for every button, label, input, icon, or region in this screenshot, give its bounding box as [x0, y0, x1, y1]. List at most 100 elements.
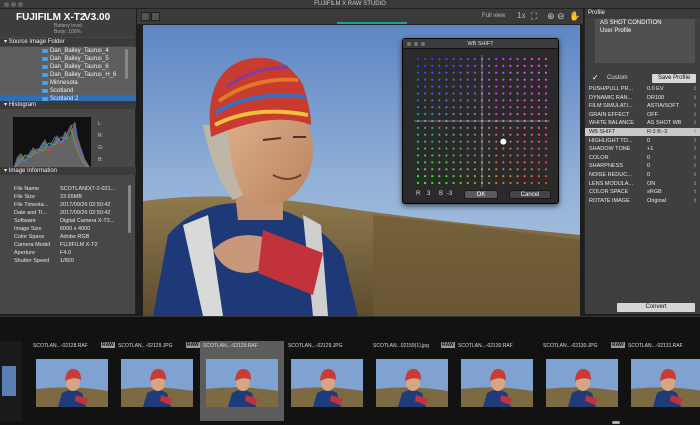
wb-grid-dot[interactable]	[544, 126, 548, 129]
wb-grid-dot[interactable]	[516, 161, 519, 164]
stepper-icon[interactable]: ⇕	[693, 111, 697, 119]
wb-grid-dot[interactable]	[416, 106, 420, 109]
wb-grid-dot[interactable]	[502, 106, 505, 109]
param-row[interactable]: WHITE BALANCE AS SHOT WB ⇕	[585, 119, 700, 127]
wb-grid-dot[interactable]	[516, 168, 519, 171]
wb-grid-dot[interactable]	[452, 57, 455, 61]
stepper-icon[interactable]: ⇕	[693, 188, 697, 196]
wb-grid-dot[interactable]	[452, 181, 455, 185]
stepper-icon[interactable]: ⇕	[693, 162, 697, 170]
param-value[interactable]: 0	[647, 154, 691, 162]
wb-grid-dot[interactable]	[523, 99, 526, 102]
wb-grid-dot[interactable]	[537, 57, 540, 61]
wb-grid-dot[interactable]	[445, 99, 448, 102]
wb-grid-dot[interactable]	[544, 106, 548, 109]
param-row[interactable]: HIGHLIGHT TO... 0 ⇕	[585, 137, 700, 145]
wb-grid-dot[interactable]	[544, 85, 548, 88]
wb-grid-dot[interactable]	[488, 175, 491, 178]
wb-grid-dot[interactable]	[544, 113, 548, 116]
param-row[interactable]: GRAIN EFFECT OFF ⇕	[585, 111, 700, 119]
image-info-header[interactable]: ▾ Image Information	[0, 167, 136, 175]
wb-grid-dot[interactable]	[537, 175, 540, 178]
wb-grid-dot[interactable]	[537, 181, 540, 185]
wb-grid-dot[interactable]	[445, 106, 448, 109]
wb-grid-dot[interactable]	[473, 92, 476, 95]
wb-grid-dot[interactable]	[516, 78, 519, 81]
wb-shift-grid[interactable]	[412, 53, 552, 196]
wb-grid-dot[interactable]	[438, 161, 441, 164]
zoom-level[interactable]: 1x	[517, 11, 525, 20]
wb-grid-dot[interactable]	[424, 106, 427, 109]
wb-grid-dot[interactable]	[544, 161, 548, 164]
param-value[interactable]: R:3 B:-3	[647, 128, 691, 136]
wb-grid-dot[interactable]	[523, 57, 526, 61]
wb-grid-dot[interactable]	[424, 168, 427, 171]
wb-grid-dot[interactable]	[438, 106, 441, 109]
wb-grid-dot[interactable]	[445, 85, 448, 88]
param-row[interactable]: COLOR SPACE sRGB ⇕	[585, 188, 700, 196]
wb-grid-dot[interactable]	[431, 57, 434, 61]
wb-grid-dot[interactable]	[523, 181, 526, 185]
wb-grid-dot[interactable]	[495, 113, 498, 116]
dialog-minimize-button[interactable]	[414, 42, 418, 46]
wb-grid-dot[interactable]	[473, 161, 476, 164]
param-row[interactable]: PUSH/PULL PR... 0.0 EV ⇕	[585, 85, 700, 93]
wb-grid-dot[interactable]	[509, 133, 512, 136]
wb-grid-dot[interactable]	[416, 92, 420, 95]
wb-grid-dot[interactable]	[459, 113, 462, 116]
wb-grid-dot[interactable]	[495, 140, 498, 143]
wb-grid-dot[interactable]	[544, 175, 548, 178]
wb-grid-dot[interactable]	[488, 154, 491, 157]
wb-grid-dot[interactable]	[452, 106, 455, 109]
wb-grid-dot[interactable]	[509, 161, 512, 164]
wb-grid-dot[interactable]	[424, 113, 427, 116]
wb-grid-dot[interactable]	[438, 57, 441, 61]
wb-grid-dot[interactable]	[530, 133, 533, 136]
wb-grid-dot[interactable]	[416, 133, 420, 136]
wb-grid-dot[interactable]	[452, 64, 455, 67]
wb-grid-dot[interactable]	[424, 181, 427, 185]
wb-grid-dot[interactable]	[424, 133, 427, 136]
wb-grid-dot[interactable]	[537, 126, 540, 129]
wb-grid-dot[interactable]	[438, 92, 441, 95]
wb-grid-dot[interactable]	[544, 147, 548, 150]
wb-grid-dot[interactable]	[537, 168, 540, 171]
wb-grid-dot[interactable]	[516, 133, 519, 136]
stepper-icon[interactable]: ⇕	[693, 180, 697, 188]
wb-grid-dot[interactable]	[431, 147, 434, 150]
wb-grid-dot[interactable]	[509, 168, 512, 171]
wb-grid-dot[interactable]	[530, 99, 533, 102]
wb-grid-dot[interactable]	[495, 154, 498, 157]
wb-grid-dot[interactable]	[502, 126, 505, 129]
wb-grid-dot[interactable]	[459, 175, 462, 178]
wb-grid-dot[interactable]	[509, 181, 512, 185]
wb-grid-dot[interactable]	[502, 57, 505, 61]
wb-grid-dot[interactable]	[424, 154, 427, 157]
wb-grid-dot[interactable]	[438, 140, 441, 143]
wb-grid-dot[interactable]	[431, 78, 434, 81]
wb-grid-dot[interactable]	[431, 140, 434, 143]
wb-grid-dot[interactable]	[424, 140, 427, 143]
wb-grid-dot[interactable]	[544, 99, 548, 102]
wb-grid-dot[interactable]	[537, 85, 540, 88]
wb-grid-dot[interactable]	[523, 140, 526, 143]
wb-grid-dot[interactable]	[452, 99, 455, 102]
wb-grid-dot[interactable]	[544, 78, 548, 81]
wb-grid-dot[interactable]	[523, 85, 526, 88]
wb-grid-dot[interactable]	[431, 175, 434, 178]
wb-grid-dot[interactable]	[495, 92, 498, 95]
wb-grid-dot[interactable]	[523, 147, 526, 150]
wb-grid-dot[interactable]	[488, 161, 491, 164]
wb-grid-dot[interactable]	[431, 92, 434, 95]
wb-grid-dot[interactable]	[530, 78, 533, 81]
wb-grid-dot[interactable]	[466, 147, 469, 150]
stepper-icon[interactable]: ⇕	[693, 171, 697, 179]
wb-grid-dot[interactable]	[438, 147, 441, 150]
wb-grid-dot[interactable]	[452, 168, 455, 171]
wb-grid-dot[interactable]	[509, 126, 512, 129]
wb-grid-dot[interactable]	[502, 78, 505, 81]
param-row[interactable]: WB SHIFT R:3 B:-3 ⇕	[585, 128, 700, 136]
folder-item[interactable]: Minnesota	[0, 79, 136, 87]
wb-grid-dot[interactable]	[516, 85, 519, 88]
wb-grid-dot[interactable]	[445, 126, 448, 129]
